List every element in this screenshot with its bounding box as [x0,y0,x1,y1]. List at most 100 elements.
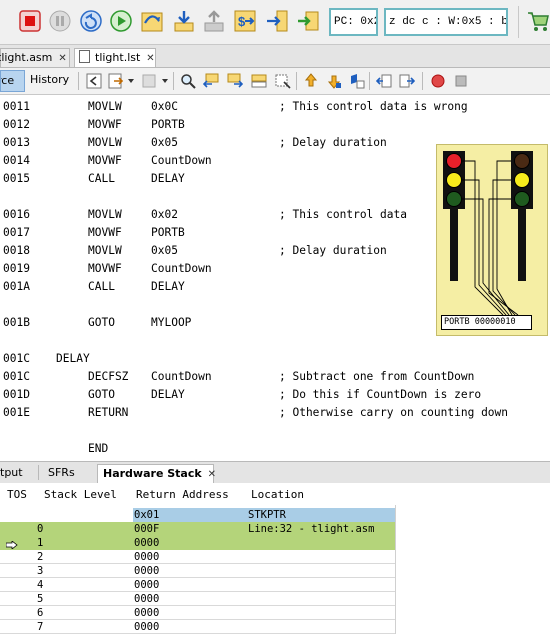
stack-level: 5 [37,593,44,605]
code-arg: PORTB [151,118,185,131]
close-icon[interactable]: ✕ [58,50,66,67]
find-icon[interactable] [180,73,196,89]
debug-toolbar: $ PC: 0x21 z dc c : W:0x5 : bank 0 [0,0,550,45]
reset-icon[interactable] [79,9,103,33]
chevron-down-icon[interactable] [162,79,168,83]
close-icon[interactable]: ✕ [208,466,216,483]
code-line[interactable]: 001C DELAY [0,350,550,368]
pc-status: PC: 0x21 [329,8,378,36]
run-to-cursor-icon[interactable]: $ [233,9,257,33]
pause-icon[interactable] [48,9,72,33]
step-over-icon[interactable] [140,9,164,33]
code-addr: 0013 [3,136,30,149]
stkptr-location: STKPTR [248,509,286,521]
tab-sfrs[interactable]: SFRs [43,464,93,483]
stkptr-row[interactable]: 0x01 STKPTR [0,508,395,522]
history-tab-label: History [30,73,70,86]
record-macro-icon[interactable] [430,73,446,89]
shopping-cart-icon[interactable] [526,9,550,33]
table-row[interactable]: 0 000F Line:32 - tlight.asm [0,522,395,536]
stop-macro-icon[interactable] [453,73,469,89]
table-row[interactable]: 5 0000 [0,592,395,606]
forward-icon[interactable] [108,73,124,89]
code-line[interactable]: END [0,440,550,458]
find-selection-icon[interactable] [251,73,267,89]
table-row[interactable]: 6 0000 [0,606,395,620]
separator [38,465,39,480]
stack-level: 4 [37,579,44,591]
set-pc-icon[interactable] [265,9,289,33]
code-op: CALL [88,280,115,293]
bookmark-icon [141,73,157,89]
code-arg: DELAY [151,172,185,185]
table-row[interactable]: 2 0000 [0,550,395,564]
tab-hardware-stack[interactable]: Hardware Stack ✕ [97,464,216,483]
stop-icon[interactable] [18,9,42,33]
column-header[interactable]: Stack Level [44,488,117,501]
code-line[interactable]: 0012 MOVWF PORTB [0,116,550,134]
separator [369,72,370,90]
table-row[interactable]: 3 0000 [0,564,395,578]
stack-level: 7 [37,621,44,633]
code-op: MOVWF [88,262,122,275]
code-line[interactable]: 001C DECFSZ CountDown ; Subtract one from C… [0,368,550,386]
step-into-icon[interactable] [172,9,196,33]
code-addr: 0018 [3,244,30,257]
shift-left-icon[interactable] [376,73,392,89]
table-row[interactable]: 1 0000 [0,536,395,550]
toggle-highlight-icon[interactable] [275,73,291,89]
shift-right-icon[interactable] [399,73,415,89]
editor-toolbar: rce History [0,68,550,95]
tab-tlight-lst[interactable]: tlight.lst ✕ [74,48,156,67]
code-op: MOVWF [88,154,122,167]
code-arg: CountDown [151,370,212,383]
history-tab[interactable]: History [30,70,69,92]
stack-level: 6 [37,607,44,619]
step-out-icon [202,9,226,33]
focus-pc-icon[interactable] [296,9,320,33]
column-header[interactable]: Return Address [136,488,229,501]
toolbar-separator [518,6,519,38]
tab-label: tput [0,466,23,479]
code-addr: 001E [3,406,30,419]
stack-level: 0 [37,523,44,535]
tab-tlight-asm[interactable]: tlight.asm ✕ [0,48,70,67]
find-prev-icon[interactable] [203,73,219,89]
code-comment: ; Otherwise carry on counting down [279,406,509,419]
code-addr: 001C [3,352,30,365]
chevron-down-icon[interactable] [128,79,134,83]
source-tab[interactable]: rce [0,70,25,92]
output-tabs: tput SFRs Hardware Stack ✕ [0,461,550,484]
svg-text:$: $ [238,14,246,29]
code-addr: 0016 [3,208,30,221]
code-op: END [88,442,109,455]
separator [422,72,423,90]
table-row[interactable]: 4 0000 [0,578,395,592]
code-line[interactable]: 001D GOTO DELAY ; Do this if CountDown is z… [0,386,550,404]
close-icon[interactable]: ✕ [146,50,154,67]
find-next-icon[interactable] [227,73,243,89]
code-addr: 0014 [3,154,30,167]
return-address: 0000 [134,551,160,563]
code-op: MOVLW [88,244,122,257]
stack-level: 1 [37,537,44,549]
code-arg: CountDown [151,154,212,167]
table-row[interactable]: 7 0000 [0,620,395,634]
toggle-bookmark-icon[interactable] [349,73,365,89]
code-label: DELAY [56,352,90,365]
code-line[interactable] [0,422,550,440]
code-line[interactable]: 001E RETURN ; Otherwise carry on counting … [0,404,550,422]
run-icon[interactable] [109,9,133,33]
prev-bookmark-icon[interactable] [303,73,319,89]
code-comment: ; Do this if CountDown is zero [279,388,482,401]
column-header[interactable]: TOS [7,488,27,501]
code-arg: 0x05 [151,244,178,257]
back-icon[interactable] [86,73,102,89]
code-arg: DELAY [151,388,185,401]
column-header[interactable]: Location [251,488,304,501]
next-bookmark-icon[interactable] [326,73,342,89]
tab-label: SFRs [48,466,75,479]
code-line[interactable]: 0011 MOVLW 0x0C ; This control data is wron… [0,98,550,116]
tab-output[interactable]: tput [0,464,37,483]
code-op: GOTO [88,388,115,401]
